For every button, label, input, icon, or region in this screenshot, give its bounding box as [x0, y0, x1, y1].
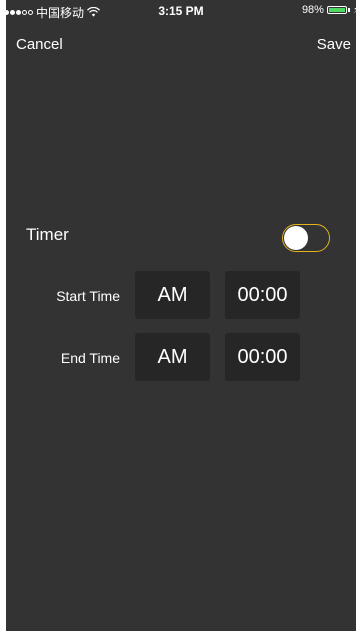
battery-percent: 98%: [301, 4, 324, 16]
timer-label: Timer: [26, 225, 69, 244]
start-time-label: Start Time: [56, 288, 120, 304]
battery-status: 98% ⚡: [302, 4, 356, 16]
save-button[interactable]: Save: [317, 36, 351, 53]
status-bar: 中国移动 3:15 PM 98% ⚡: [6, 0, 356, 22]
timer-settings-screen: 中国移动 3:15 PM 98% ⚡ Cancel Save Timer Sta…: [6, 0, 356, 631]
end-ampm-picker[interactable]: AM: [135, 333, 210, 381]
battery-icon: [326, 6, 347, 14]
timer-toggle[interactable]: [282, 224, 330, 252]
start-time-picker[interactable]: 00:00: [225, 271, 300, 319]
toggle-knob: [284, 226, 308, 250]
end-time-picker[interactable]: 00:00: [225, 333, 300, 381]
start-ampm-picker[interactable]: AM: [135, 271, 210, 319]
cancel-button[interactable]: Cancel: [16, 36, 63, 53]
end-time-label: End Time: [60, 350, 120, 366]
